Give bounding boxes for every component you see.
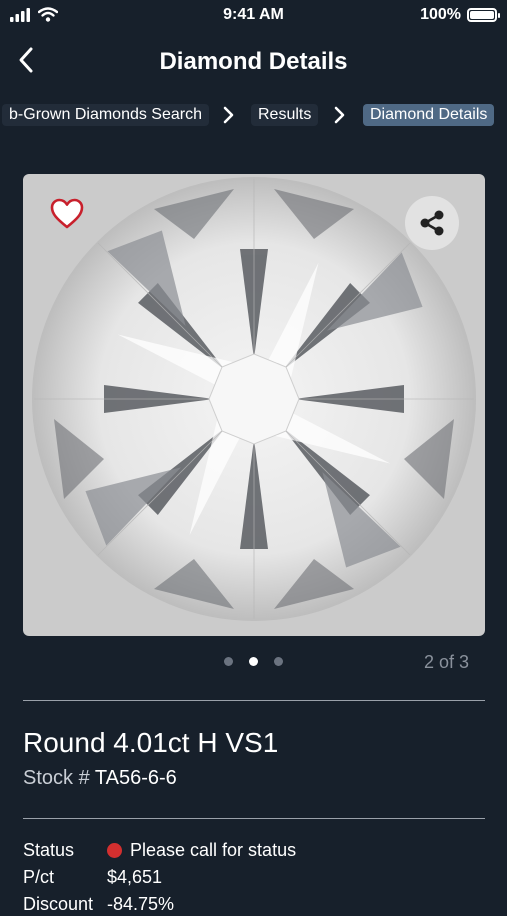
- breadcrumb-item-diamond-details[interactable]: Diamond Details: [363, 104, 495, 126]
- carousel-dot-3[interactable]: [274, 657, 283, 666]
- stock-value: TA56-6-6: [94, 767, 177, 789]
- battery-icon: [467, 8, 500, 22]
- status-bar: 9:41 AM 100%: [0, 0, 507, 32]
- image-counter: 2 of 3: [423, 652, 469, 672]
- favorite-button[interactable]: [49, 196, 85, 232]
- detail-row-price-per-carat: P/ct $4,651: [23, 865, 483, 889]
- carousel-dots: [224, 657, 283, 666]
- heart-icon: [50, 198, 84, 229]
- detail-value: $4,651: [107, 867, 163, 887]
- chevron-right-icon: [334, 106, 345, 124]
- battery-percent: 100%: [420, 6, 461, 23]
- detail-key: Discount: [23, 894, 94, 914]
- detail-value: Please call for status: [107, 838, 296, 862]
- divider: [23, 700, 485, 701]
- breadcrumb: b-Grown Diamonds Search Results Diamond …: [0, 102, 507, 128]
- breadcrumb-item-results[interactable]: Results: [251, 104, 319, 126]
- status-text: Please call for status: [130, 840, 297, 860]
- page-title: Diamond Details: [159, 48, 348, 75]
- header: Diamond Details: [0, 36, 507, 88]
- share-button[interactable]: [405, 196, 459, 250]
- detail-value: -84.75%: [107, 894, 175, 914]
- detail-row-status: Status Please call for status: [23, 838, 483, 862]
- status-indicator: [107, 842, 122, 858]
- detail-key: Status: [23, 840, 75, 860]
- stock-number: Stock # TA56-6-6: [23, 767, 177, 790]
- breadcrumb-item-search[interactable]: b-Grown Diamonds Search: [2, 104, 209, 126]
- detail-key: P/ct: [23, 867, 55, 887]
- product-title: Round 4.01ct H VS1: [23, 727, 279, 758]
- carousel-dot-2[interactable]: [249, 657, 258, 666]
- stock-label: Stock #: [23, 767, 90, 789]
- share-icon: [420, 210, 444, 236]
- chevron-right-icon: [223, 106, 234, 124]
- diamond-image-card[interactable]: [23, 174, 485, 636]
- carousel-dot-1[interactable]: [224, 657, 233, 666]
- detail-row-discount: Discount -84.75%: [23, 892, 483, 916]
- status-right: 100%: [420, 6, 500, 24]
- divider: [23, 818, 485, 819]
